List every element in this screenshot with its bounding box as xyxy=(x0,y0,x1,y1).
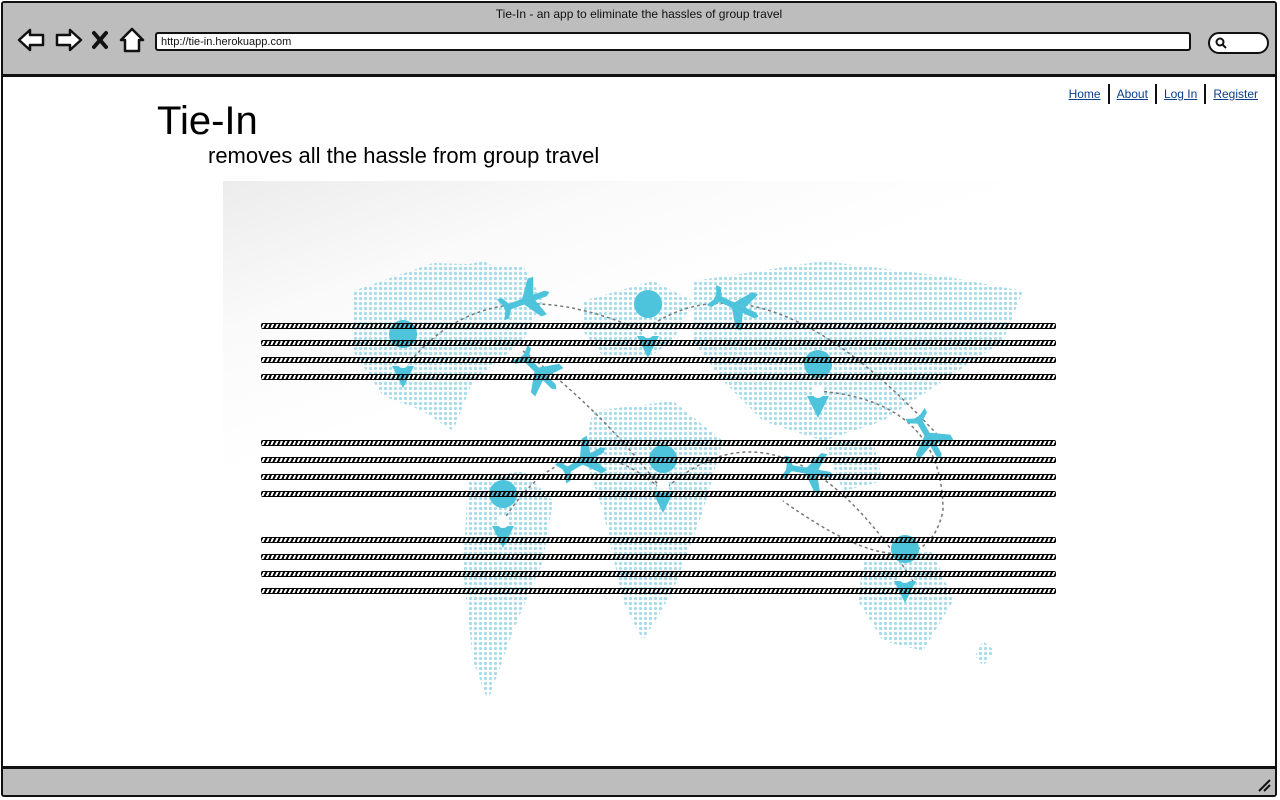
site-tagline: removes all the hassle from group travel xyxy=(208,143,600,168)
site-nav: Home About Log In Register xyxy=(1062,84,1265,104)
scribble-line xyxy=(261,374,1056,380)
browser-chrome: Tie-In - an app to eliminate the hassles… xyxy=(3,3,1275,77)
nav-home-link[interactable]: Home xyxy=(1062,87,1108,101)
scribble-line xyxy=(261,537,1056,543)
nav-register-link[interactable]: Register xyxy=(1206,87,1265,101)
search-icon xyxy=(1215,37,1227,49)
status-bar xyxy=(3,766,1275,795)
home-icon[interactable] xyxy=(117,25,147,55)
scribble-line xyxy=(261,588,1056,594)
address-bar[interactable]: http://tie-in.herokuapp.com xyxy=(155,32,1191,51)
scribble-line xyxy=(261,440,1056,446)
placeholder-paragraph xyxy=(261,537,1056,605)
stop-icon[interactable] xyxy=(89,25,111,55)
scribble-line xyxy=(261,554,1056,560)
scribble-line xyxy=(261,571,1056,577)
forward-arrow-icon[interactable] xyxy=(53,25,85,55)
nav-about-link[interactable]: About xyxy=(1110,87,1155,101)
placeholder-paragraph xyxy=(261,440,1056,508)
browser-search-field[interactable] xyxy=(1208,32,1269,54)
site-title: Tie-In xyxy=(157,99,258,143)
scribble-line xyxy=(261,357,1056,363)
scribble-line xyxy=(261,323,1056,329)
window-title: Tie-In - an app to eliminate the hassles… xyxy=(495,7,783,21)
hero-image xyxy=(223,181,1059,729)
nav-login-link[interactable]: Log In xyxy=(1157,87,1204,101)
scribble-line xyxy=(261,457,1056,463)
resize-grip-icon[interactable] xyxy=(1255,776,1271,792)
browser-window: Tie-In - an app to eliminate the hassles… xyxy=(1,1,1277,797)
scribble-line xyxy=(261,474,1056,480)
back-arrow-icon[interactable] xyxy=(15,25,47,55)
scribble-line xyxy=(261,340,1056,346)
scribble-line xyxy=(261,491,1056,497)
placeholder-paragraph xyxy=(261,323,1056,391)
